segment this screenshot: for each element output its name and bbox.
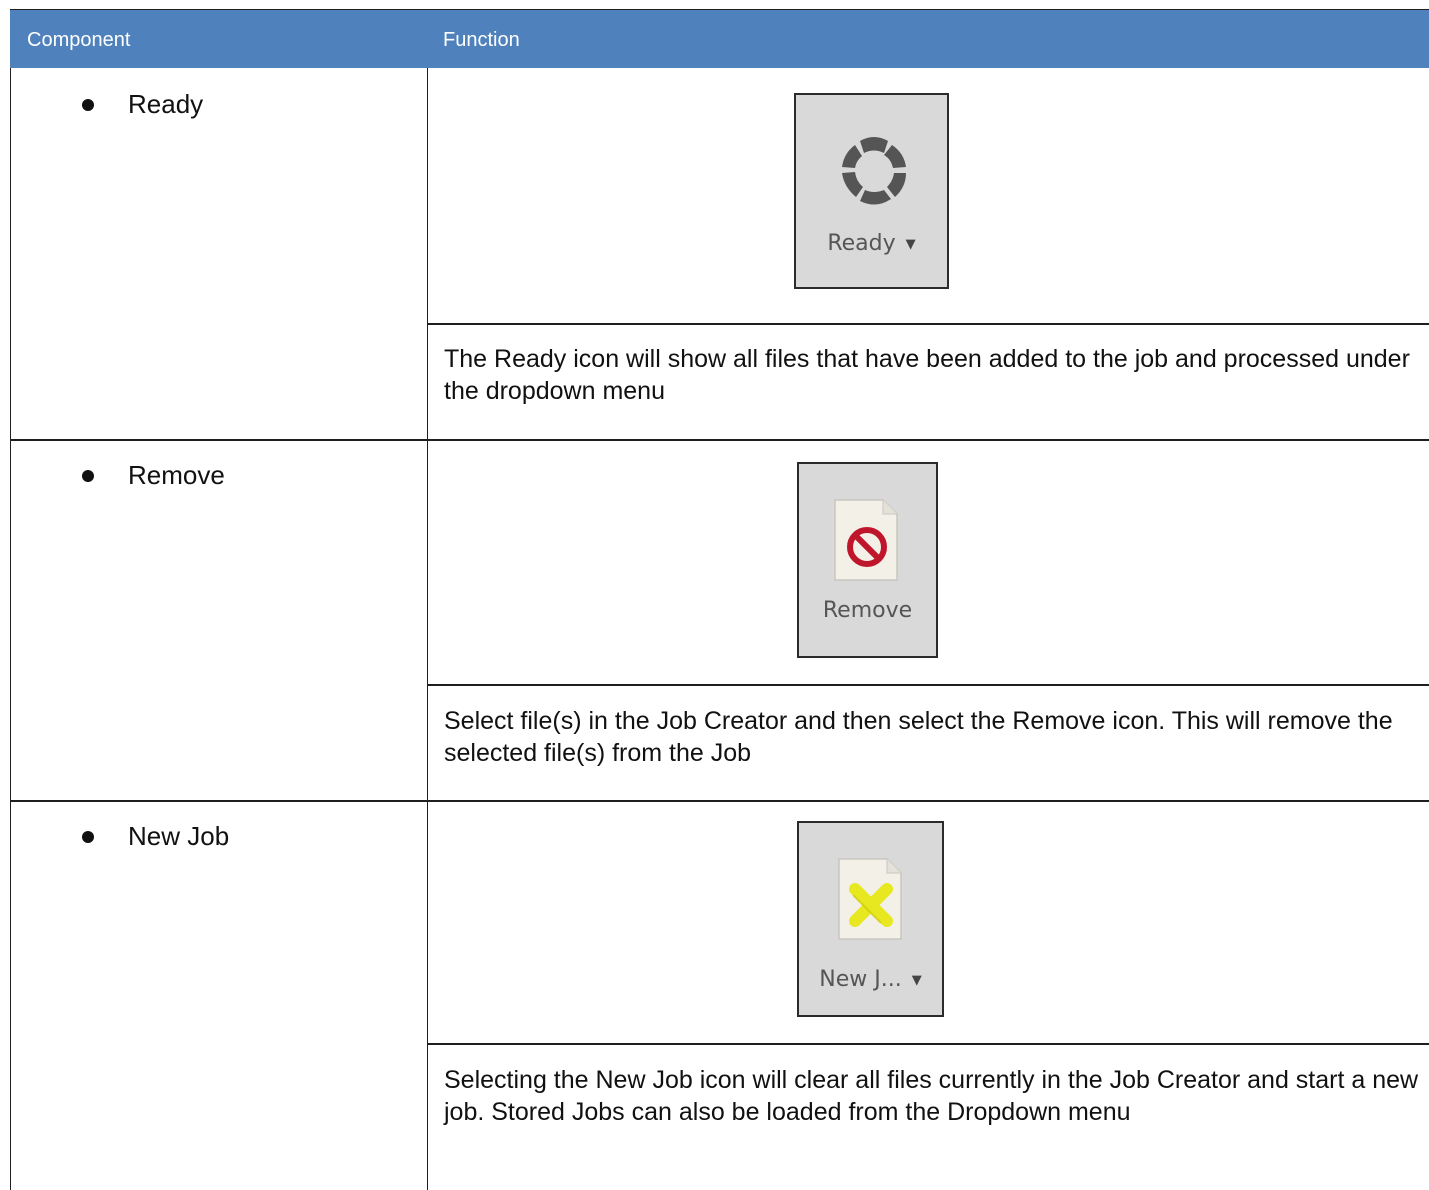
remove-button[interactable]: Remove [797, 462, 938, 658]
row-divider [10, 800, 1429, 802]
new-job-caption: New J... ▼ [819, 967, 922, 992]
bullet-icon [82, 831, 94, 843]
ready-caption: Ready ▼ [827, 231, 916, 256]
column-header-component: Component [27, 29, 131, 51]
remove-caption: Remove [822, 598, 913, 623]
remove-file-icon [834, 499, 898, 581]
bullet-icon [82, 470, 94, 482]
ready-spinner-icon [842, 137, 906, 205]
chevron-down-icon: ▼ [905, 236, 916, 252]
row-divider [10, 439, 1429, 441]
ready-button[interactable]: Ready ▼ [794, 93, 949, 289]
bullet-icon [82, 99, 94, 111]
row-inner-divider [427, 684, 1429, 686]
chevron-down-icon: ▼ [911, 972, 922, 988]
row-inner-divider [427, 323, 1429, 325]
new-job-button[interactable]: New J... ▼ [797, 821, 944, 1017]
description-remove: Select file(s) in the Job Creator and th… [444, 707, 1393, 767]
component-label-remove: Remove [128, 460, 225, 490]
row-inner-divider [427, 1043, 1429, 1045]
component-label-ready: Ready [128, 89, 204, 119]
table-left-border [10, 68, 11, 1190]
table-header: Component Function [10, 9, 1429, 68]
description-new-job: Selecting the New Job icon will clear al… [444, 1066, 1419, 1126]
column-divider [427, 68, 428, 1190]
description-ready: The Ready icon will show all files that … [444, 345, 1410, 405]
component-label-new-job: New Job [128, 821, 230, 851]
column-header-function: Function [443, 29, 520, 51]
